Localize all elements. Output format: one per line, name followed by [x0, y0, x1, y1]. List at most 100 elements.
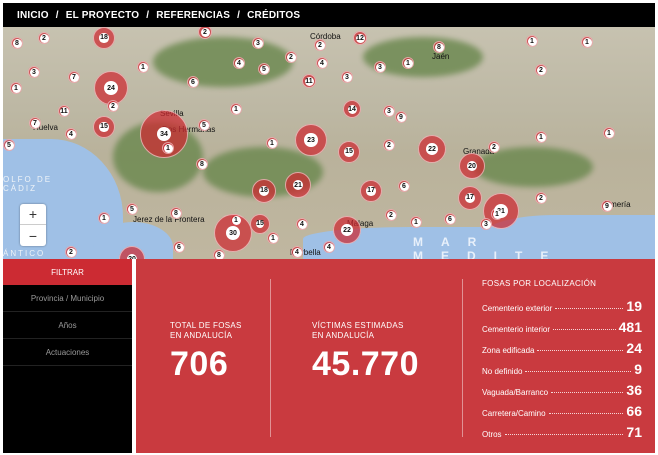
grave-cluster-marker[interactable]: 20: [459, 153, 485, 179]
grave-cluster-marker[interactable]: 3: [28, 66, 40, 78]
grave-cluster-marker[interactable]: 1: [267, 232, 279, 244]
grave-cluster-marker[interactable]: 2: [38, 32, 50, 44]
grave-cluster-marker[interactable]: 8: [170, 207, 182, 219]
grave-cluster-marker[interactable]: 6: [444, 213, 456, 225]
grave-cluster-marker[interactable]: 15: [250, 214, 270, 234]
grave-cluster-marker[interactable]: 12: [353, 31, 367, 45]
grave-cluster-marker[interactable]: 22: [333, 216, 361, 244]
grave-cluster-marker[interactable]: 5: [198, 119, 210, 131]
grave-cluster-marker[interactable]: 6: [398, 180, 410, 192]
grave-cluster-marker[interactable]: 2: [314, 39, 326, 51]
zoom-control: + −: [20, 204, 46, 246]
grave-cluster-marker[interactable]: 1: [230, 103, 242, 115]
cluster-count: 2: [386, 210, 396, 220]
grave-cluster-marker[interactable]: 8: [11, 37, 23, 49]
cluster-count: 5: [259, 64, 269, 74]
cluster-count: 4: [234, 58, 244, 68]
cluster-count: 6: [174, 242, 184, 252]
nav-creditos[interactable]: CRÉDITOS: [247, 10, 300, 21]
andalusia-map[interactable]: MAR MEDITE ÁNTICO OLFO DE CÁDIZ Córdoba …: [3, 27, 655, 259]
grave-cluster-marker[interactable]: 1: [162, 142, 174, 154]
grave-cluster-marker[interactable]: 5: [258, 63, 270, 75]
grave-cluster-marker[interactable]: 1: [98, 212, 110, 224]
grave-cluster-marker[interactable]: 9: [395, 111, 407, 123]
cluster-count: 2: [536, 65, 546, 75]
cluster-count: 3: [253, 38, 263, 48]
cluster-count: 5: [199, 120, 209, 130]
grave-cluster-marker[interactable]: 5: [126, 203, 138, 215]
grave-cluster-marker[interactable]: 1: [410, 216, 422, 228]
cluster-count: 3: [342, 72, 352, 82]
grave-cluster-marker[interactable]: 1: [581, 36, 593, 48]
grave-cluster-marker[interactable]: 4: [65, 128, 77, 140]
grave-cluster-marker[interactable]: 2: [488, 141, 500, 153]
grave-cluster-marker[interactable]: 1: [266, 137, 278, 149]
grave-cluster-marker[interactable]: 14: [343, 100, 361, 118]
grave-cluster-marker[interactable]: 21: [285, 172, 311, 198]
dotted-leader: [504, 434, 624, 435]
grave-cluster-marker[interactable]: 6: [187, 76, 199, 88]
grave-cluster-marker[interactable]: 15: [93, 116, 115, 138]
grave-cluster-marker[interactable]: 9: [601, 200, 613, 212]
grave-cluster-marker[interactable]: 1: [10, 82, 22, 94]
grave-cluster-marker[interactable]: 18: [93, 27, 115, 49]
grave-cluster-marker[interactable]: 11: [58, 105, 70, 117]
grave-cluster-marker[interactable]: 8: [196, 158, 208, 170]
nav-el-proyecto[interactable]: EL PROYECTO: [66, 10, 140, 21]
grave-cluster-marker[interactable]: 3: [374, 61, 386, 73]
grave-cluster-marker[interactable]: 7: [68, 71, 80, 83]
grave-cluster-marker[interactable]: 1: [526, 35, 538, 47]
localizacion-name: No definido: [482, 367, 523, 376]
filter-actuaciones[interactable]: Actuaciones: [3, 339, 132, 366]
grave-cluster-marker[interactable]: 8: [433, 41, 445, 53]
nav-inicio[interactable]: INICIO: [17, 10, 49, 21]
grave-cluster-marker[interactable]: 4: [323, 241, 335, 253]
cluster-count: 17: [366, 186, 376, 196]
filter-button[interactable]: FILTRAR: [3, 259, 132, 285]
grave-cluster-marker[interactable]: 6: [173, 241, 185, 253]
grave-cluster-marker[interactable]: 5: [3, 139, 15, 151]
cluster-count: 4: [297, 219, 307, 229]
grave-cluster-marker[interactable]: 3: [252, 37, 264, 49]
grave-cluster-marker[interactable]: 4: [316, 57, 328, 69]
grave-cluster-marker[interactable]: 4: [296, 218, 308, 230]
grave-cluster-marker[interactable]: 3: [383, 105, 395, 117]
grave-cluster-marker[interactable]: 2: [535, 192, 547, 204]
grave-cluster-marker[interactable]: 4: [233, 57, 245, 69]
grave-cluster-marker[interactable]: 1: [603, 127, 615, 139]
grave-cluster-marker[interactable]: 11: [302, 74, 316, 88]
localizacion-value: 9: [634, 361, 642, 377]
grave-cluster-marker[interactable]: 2: [385, 209, 397, 221]
grave-cluster-marker[interactable]: 15: [338, 141, 360, 163]
grave-cluster-marker[interactable]: 3: [341, 71, 353, 83]
grave-cluster-marker[interactable]: 2: [65, 246, 77, 258]
cluster-count: 24: [104, 81, 118, 95]
localizacion-name: Otros: [482, 430, 502, 439]
grave-cluster-marker[interactable]: 1: [402, 57, 414, 69]
grave-cluster-marker[interactable]: 3: [480, 218, 492, 230]
grave-cluster-marker[interactable]: 2: [285, 51, 297, 63]
grave-cluster-marker[interactable]: 1: [535, 131, 547, 143]
nav-referencias[interactable]: REFERENCIAS: [156, 10, 230, 21]
grave-cluster-marker[interactable]: 2: [535, 64, 547, 76]
grave-cluster-marker[interactable]: 1: [137, 61, 149, 73]
grave-cluster-marker[interactable]: 4: [291, 246, 303, 258]
grave-cluster-marker[interactable]: 22: [418, 135, 446, 163]
grave-cluster-marker[interactable]: 17: [360, 180, 382, 202]
filter-provincia-municipio[interactable]: Provincia / Municipio: [3, 285, 132, 312]
cluster-count: 1: [411, 217, 421, 227]
grave-cluster-marker[interactable]: 17: [458, 186, 482, 210]
grave-cluster-marker[interactable]: 23: [295, 124, 327, 156]
zoom-in-button[interactable]: +: [20, 204, 46, 225]
grave-cluster-marker[interactable]: 8: [213, 249, 225, 259]
zoom-out-button[interactable]: −: [20, 225, 46, 246]
grave-cluster-marker[interactable]: 7: [29, 117, 41, 129]
grave-cluster-marker[interactable]: 18: [252, 179, 276, 203]
filter-anos[interactable]: Años: [3, 312, 132, 339]
localizacion-value: 36: [626, 382, 642, 398]
grave-cluster-marker[interactable]: 2: [383, 139, 395, 151]
sea-label: MAR MEDITE: [413, 235, 567, 259]
dotted-leader: [551, 392, 624, 393]
grave-cluster-marker[interactable]: 2: [107, 100, 119, 112]
cluster-count: 34: [157, 127, 171, 141]
